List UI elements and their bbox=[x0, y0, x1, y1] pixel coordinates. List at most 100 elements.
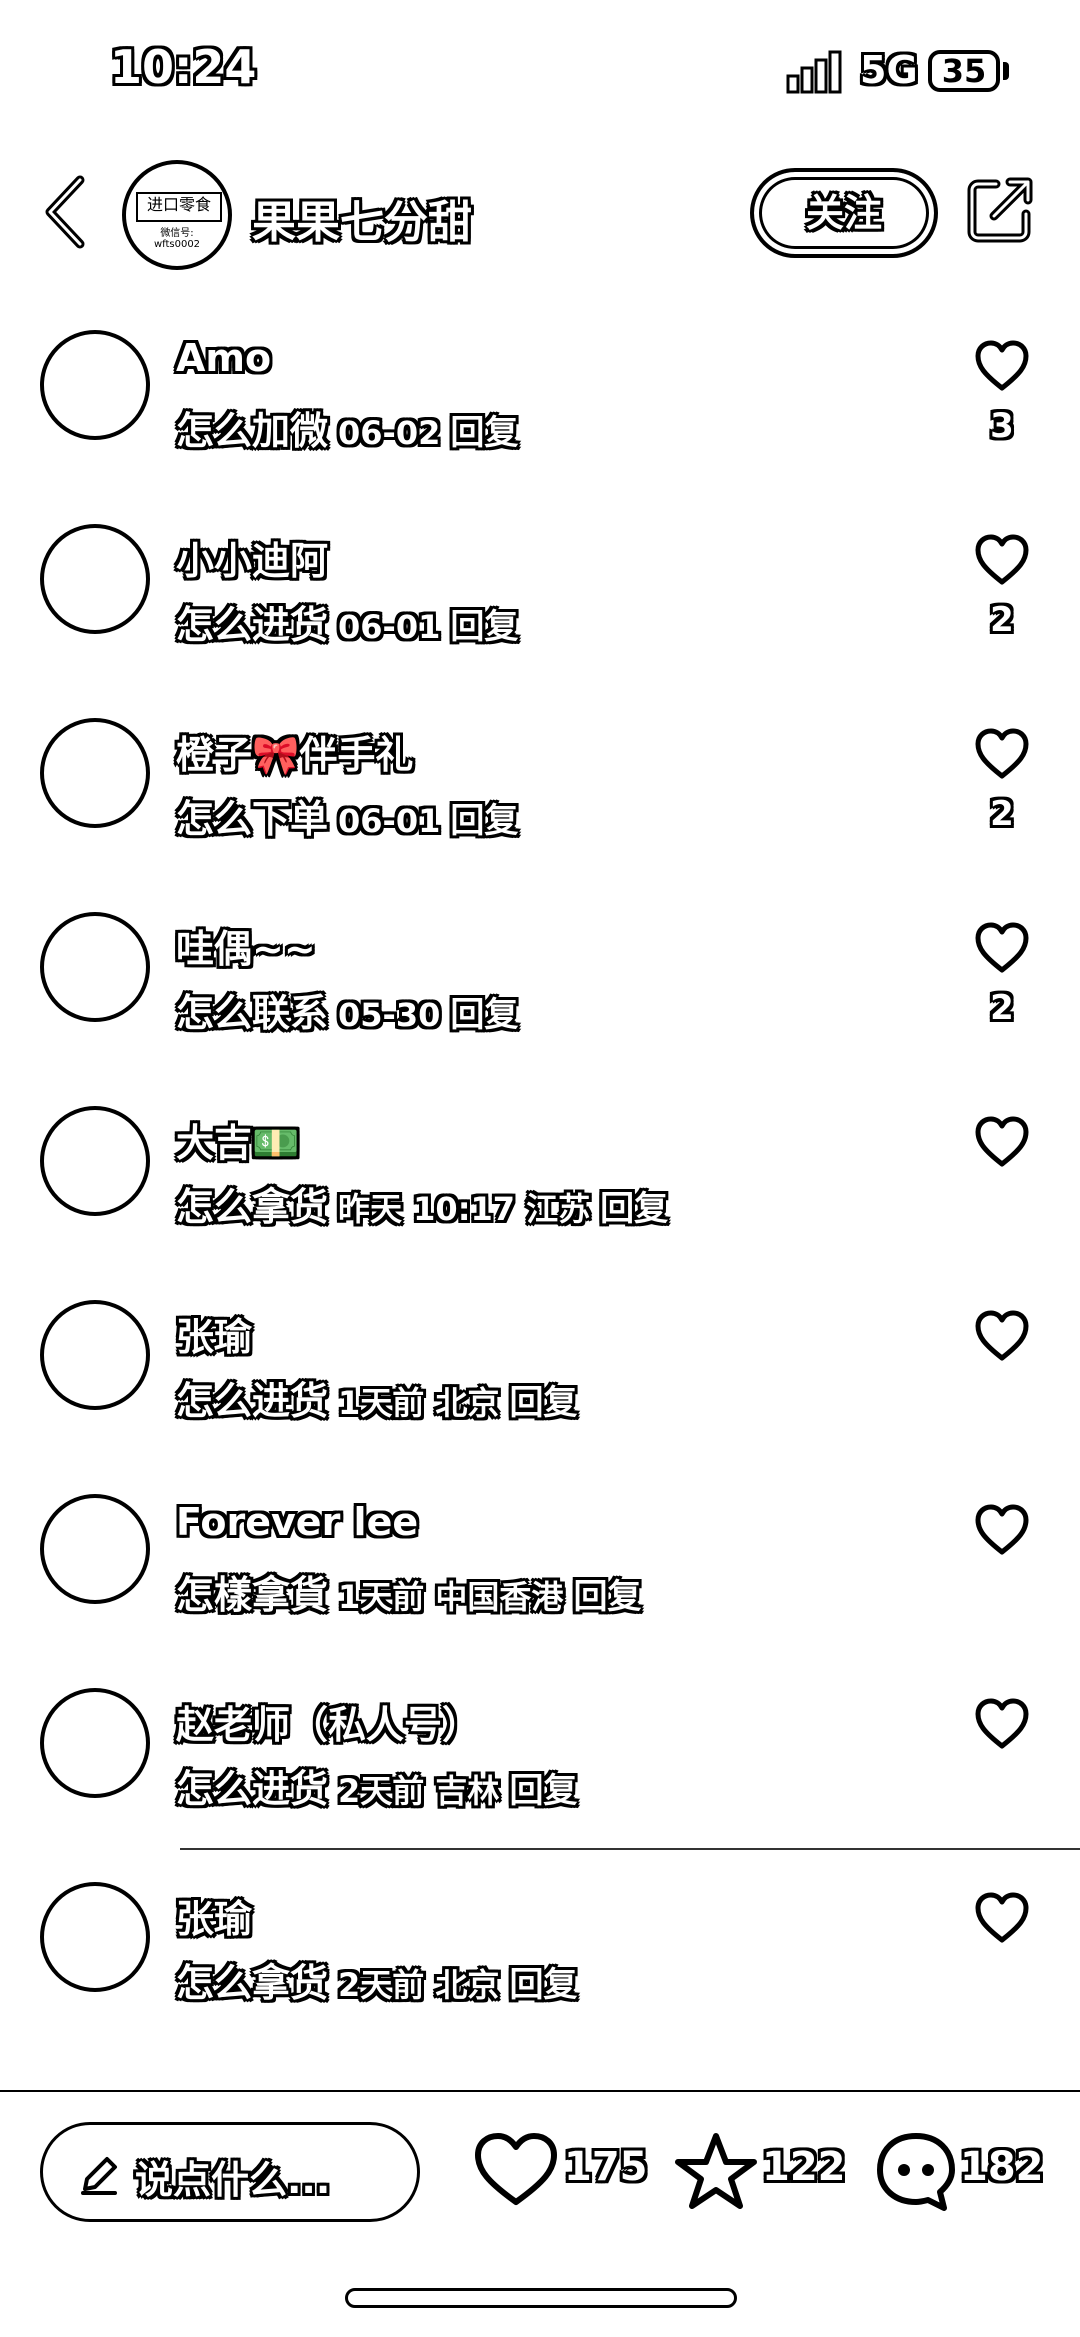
home-indicator bbox=[345, 2288, 737, 2308]
account-name[interactable]: 果果七分甜 bbox=[252, 186, 472, 250]
heart-icon[interactable] bbox=[974, 1698, 1030, 1750]
comment-item[interactable]: 赵老师（私人号） 怎么进货 2天前 吉林 回复 bbox=[0, 1658, 1080, 1852]
comment-item[interactable]: Amo 怎么加微 06-02 回复 3 bbox=[0, 300, 1080, 494]
comment-item[interactable]: 大吉💵 怎么拿货 昨天 10:17 江苏 回复 bbox=[0, 1076, 1080, 1270]
network-label: 5G bbox=[860, 48, 918, 92]
reply-button[interactable]: 回复 bbox=[600, 1189, 668, 1229]
heart-icon[interactable] bbox=[974, 1310, 1030, 1362]
reply-button[interactable]: 回复 bbox=[509, 1771, 577, 1811]
avatar[interactable] bbox=[40, 1106, 150, 1216]
reply-button[interactable]: 回复 bbox=[573, 1577, 641, 1617]
heart-icon[interactable] bbox=[974, 340, 1030, 392]
comment-meta: 06-02 bbox=[338, 414, 441, 452]
battery-level: 35 bbox=[941, 52, 987, 90]
avatar[interactable] bbox=[40, 1882, 150, 1992]
account-avatar[interactable]: 进口零食 微信号: wfts0002 bbox=[122, 160, 232, 270]
comment-body: 怎樣拿貨 bbox=[176, 1573, 329, 1617]
avatar[interactable] bbox=[40, 1494, 150, 1604]
comment-item[interactable]: Forever lee 怎樣拿貨 1天前 中国香港 回复 bbox=[0, 1464, 1080, 1658]
back-icon[interactable] bbox=[40, 172, 90, 252]
star-icon[interactable] bbox=[674, 2132, 758, 2212]
comment-body: 怎么加微 bbox=[176, 409, 329, 453]
comment-author[interactable]: 哇偶~~ bbox=[176, 918, 316, 973]
comment-text: 怎么进货 1天前 北京 回复 bbox=[176, 1370, 577, 1425]
comment-input-placeholder: 说点什么... bbox=[135, 2158, 331, 2202]
comment-body: 怎么进货 bbox=[176, 1379, 329, 1423]
comment-total: 182 bbox=[960, 2144, 1044, 2190]
comment-text: 怎么联系 05-30 回复 bbox=[176, 982, 518, 1037]
comment-body: 怎么拿货 bbox=[176, 1961, 329, 2005]
comment-author[interactable]: Amo bbox=[176, 336, 271, 380]
reply-button[interactable]: 回复 bbox=[509, 1383, 577, 1423]
comment-item[interactable]: 小小迪阿 怎么进货 06-01 回复 2 bbox=[0, 494, 1080, 688]
comment-text: 怎么进货 2天前 吉林 回复 bbox=[176, 1758, 577, 1813]
reply-button[interactable]: 回复 bbox=[450, 607, 518, 647]
comment-author[interactable]: Forever lee bbox=[176, 1500, 418, 1544]
like-stat[interactable]: 175 bbox=[474, 2132, 648, 2212]
comment-body: 怎么进货 bbox=[176, 603, 329, 647]
comment-meta: 05-30 bbox=[338, 996, 441, 1034]
comment-meta: 06-01 bbox=[338, 802, 441, 840]
comment-item[interactable]: 橙子🎀伴手礼 怎么下单 06-01 回复 2 bbox=[0, 688, 1080, 882]
bottom-bar: 说点什么... 175 122 182 bbox=[0, 2090, 1080, 2252]
battery-icon: 35 bbox=[928, 50, 1000, 92]
comment-meta: 06-01 bbox=[338, 608, 441, 646]
heart-icon[interactable] bbox=[974, 922, 1030, 974]
like-count: 2 bbox=[990, 600, 1014, 640]
comment-meta: 1天前 北京 bbox=[338, 1384, 500, 1422]
avatar[interactable] bbox=[40, 1688, 150, 1798]
like-count: 3 bbox=[990, 406, 1014, 446]
avatar[interactable] bbox=[40, 1300, 150, 1410]
comment-author[interactable]: 小小迪阿 bbox=[176, 530, 328, 585]
status-time: 10:24 bbox=[110, 40, 257, 94]
comment-author[interactable]: 张瑜 bbox=[176, 1888, 252, 1943]
reply-button[interactable]: 回复 bbox=[450, 995, 518, 1035]
like-total: 175 bbox=[564, 2144, 648, 2190]
comment-meta: 昨天 10:17 江苏 bbox=[338, 1190, 591, 1228]
reply-button[interactable]: 回复 bbox=[509, 1965, 577, 2005]
avatar-logo-text: 进口零食 bbox=[136, 192, 222, 222]
heart-icon[interactable] bbox=[974, 1116, 1030, 1168]
comment-text: 怎么下单 06-01 回复 bbox=[176, 788, 518, 843]
divider bbox=[180, 1848, 1080, 1850]
share-icon[interactable] bbox=[966, 174, 1036, 244]
reply-button[interactable]: 回复 bbox=[450, 413, 518, 453]
status-bar: 10:24 5G 35 bbox=[0, 0, 1080, 140]
header: 进口零食 微信号: wfts0002 果果七分甜 关注 bbox=[0, 150, 1080, 280]
comment-author[interactable]: 大吉💵 bbox=[176, 1112, 299, 1167]
star-total: 122 bbox=[762, 2144, 846, 2190]
comment-stat[interactable]: 182 bbox=[874, 2132, 1054, 2212]
avatar[interactable] bbox=[40, 330, 150, 440]
heart-icon[interactable] bbox=[974, 1504, 1030, 1556]
comment-body: 怎么下单 bbox=[176, 797, 329, 841]
comment-item[interactable]: 张瑜 怎么进货 1天前 北京 回复 bbox=[0, 1270, 1080, 1464]
comment-author[interactable]: 张瑜 bbox=[176, 1306, 252, 1361]
like-count: 2 bbox=[990, 988, 1014, 1028]
battery-tip bbox=[1003, 62, 1009, 80]
heart-icon[interactable] bbox=[974, 728, 1030, 780]
comment-text: 怎樣拿貨 1天前 中国香港 回复 bbox=[176, 1564, 641, 1619]
comment-author[interactable]: 赵老师（私人号） bbox=[176, 1694, 480, 1749]
comment-text: 怎么加微 06-02 回复 bbox=[176, 400, 518, 455]
comment-meta: 2天前 吉林 bbox=[338, 1772, 500, 1810]
comment-item[interactable]: 哇偶~~ 怎么联系 05-30 回复 2 bbox=[0, 882, 1080, 1076]
avatar[interactable] bbox=[40, 912, 150, 1022]
heart-icon[interactable] bbox=[474, 2132, 558, 2208]
follow-button[interactable]: 关注 bbox=[750, 168, 938, 258]
comment-author[interactable]: 橙子🎀伴手礼 bbox=[176, 724, 413, 779]
comment-text: 怎么进货 06-01 回复 bbox=[176, 594, 518, 649]
avatar[interactable] bbox=[40, 524, 150, 634]
reply-button[interactable]: 回复 bbox=[450, 801, 518, 841]
comment-body: 怎么进货 bbox=[176, 1767, 329, 1811]
like-count: 2 bbox=[990, 794, 1014, 834]
star-stat[interactable]: 122 bbox=[674, 2132, 846, 2212]
pen-icon bbox=[81, 2157, 117, 2195]
comment-item[interactable]: 张瑜 怎么拿货 2天前 北京 回复 bbox=[0, 1852, 1080, 2046]
comment-input[interactable]: 说点什么... bbox=[40, 2122, 420, 2222]
comment-meta: 1天前 中国香港 bbox=[338, 1578, 564, 1616]
heart-icon[interactable] bbox=[974, 1892, 1030, 1944]
comment-icon[interactable] bbox=[874, 2130, 958, 2214]
heart-icon[interactable] bbox=[974, 534, 1030, 586]
avatar[interactable] bbox=[40, 718, 150, 828]
signal-icon bbox=[786, 50, 842, 94]
